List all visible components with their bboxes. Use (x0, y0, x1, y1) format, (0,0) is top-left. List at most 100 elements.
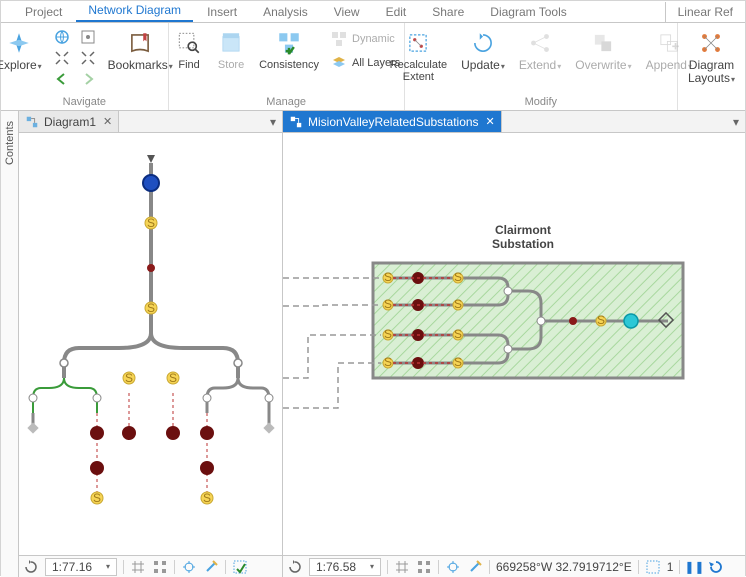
next-extent-button[interactable] (76, 69, 100, 89)
refresh-icon[interactable] (23, 559, 39, 575)
menu-tab-analysis[interactable]: Analysis (251, 2, 320, 22)
pane2-view[interactable]: Clairmont Substation (283, 133, 745, 555)
tab-close-button[interactable]: ✕ (486, 115, 495, 128)
overwrite-label: Overwrite (575, 58, 626, 72)
snapping-icon[interactable] (445, 559, 461, 575)
group-label-manage: Manage (266, 96, 306, 110)
refresh-view-icon[interactable] (708, 559, 724, 575)
snap-grid-icon[interactable] (416, 559, 432, 575)
menu-tab-share[interactable]: Share (420, 2, 476, 22)
overwrite-button[interactable]: Overwrite▾ (569, 27, 637, 73)
layers-icon (330, 55, 348, 71)
fixed-zoom-in-button[interactable] (76, 27, 100, 47)
snapping-icon[interactable] (181, 559, 197, 575)
consistency-icon (275, 29, 303, 57)
chevron-down-icon: ▾ (628, 62, 632, 71)
workspace: Contents Diagram1 ✕ ▾ (1, 111, 745, 577)
full-extent-button[interactable] (50, 27, 74, 47)
dynamic-button[interactable]: Dynamic (327, 29, 403, 49)
menu-tab-view[interactable]: View (322, 2, 372, 22)
svg-text:S: S (93, 491, 101, 505)
constraints-icon[interactable] (203, 559, 219, 575)
zoom-rect-icon (79, 29, 97, 45)
update-button[interactable]: Update▾ (455, 27, 511, 73)
explore-button[interactable]: Explore▾ (0, 27, 48, 73)
arrow-left-icon (53, 71, 71, 87)
contents-label: Contents (4, 121, 16, 165)
update-label: Update (461, 58, 500, 72)
svg-text:S: S (384, 297, 392, 311)
tab-mision-valley[interactable]: MisionValleyRelatedSubstations ✕ (283, 111, 502, 132)
explore-label: Explore (0, 58, 37, 72)
menu-tab-insert[interactable]: Insert (195, 2, 249, 22)
dynamic-label: Dynamic (352, 33, 395, 45)
pane1-tabs: Diagram1 ✕ ▾ (19, 111, 282, 133)
select-by-attributes-icon[interactable] (232, 559, 248, 575)
append-label: Append (646, 58, 687, 72)
svg-text:S: S (147, 301, 155, 315)
menu-tab-project[interactable]: Project (13, 2, 74, 22)
consistency-label: Consistency (259, 59, 319, 71)
store-button[interactable]: Store (211, 27, 251, 71)
pane1-scale-value: 1:77.16 (52, 560, 92, 574)
extend-button[interactable]: Extend▾ (513, 27, 567, 73)
prev-extent-button[interactable] (50, 69, 74, 89)
snap-grid-icon[interactable] (152, 559, 168, 575)
svg-text:S: S (384, 355, 392, 369)
append-button[interactable]: Append▾ (640, 27, 698, 73)
chevron-down-icon: ▾ (731, 75, 735, 84)
bookmarks-label: Bookmarks (108, 58, 168, 72)
tab-diagram1[interactable]: Diagram1 ✕ (19, 111, 119, 132)
grid-icon[interactable] (130, 559, 146, 575)
pane2-scale-value: 1:76.58 (316, 560, 356, 574)
chevron-down-icon: ▾ (688, 62, 692, 71)
pane1-scale-input[interactable]: 1:77.16 ▾ (45, 558, 117, 576)
pane2-menu-button[interactable]: ▾ (727, 115, 745, 129)
zoom-in-button[interactable] (50, 48, 74, 68)
store-icon (217, 29, 245, 57)
grid-icon[interactable] (394, 559, 410, 575)
svg-text:S: S (384, 327, 392, 341)
layouts-icon (697, 29, 725, 57)
svg-text:S: S (125, 371, 133, 385)
menu-tab-network-diagram[interactable]: Network Diagram (76, 0, 193, 22)
tab-close-button[interactable]: ✕ (103, 115, 112, 128)
pane2-status: 1:76.58 ▾ 669258°W 32.7919712°E 1 ❚❚ (283, 555, 745, 577)
globe-icon (53, 29, 71, 45)
pane1-view[interactable]: S S (19, 133, 282, 555)
selection-count-icon[interactable] (645, 559, 661, 575)
arrows-in-icon (53, 50, 71, 66)
find-button[interactable]: Find (169, 27, 209, 71)
pane1-menu-button[interactable]: ▾ (264, 115, 282, 129)
store-label: Store (218, 59, 244, 71)
menu-tab-edit[interactable]: Edit (374, 2, 419, 22)
menu-tab-linear-ref[interactable]: Linear Ref (665, 2, 745, 22)
selection-count: 1 (667, 560, 674, 574)
chevron-down-icon: ▾ (38, 62, 42, 71)
coords-readout: 669258°W 32.7919712°E (496, 560, 632, 574)
pane2-scale-input[interactable]: 1:76.58 ▾ (309, 558, 381, 576)
pane1-status: 1:77.16 ▾ (19, 555, 282, 577)
constraints-icon[interactable] (467, 559, 483, 575)
svg-text:S: S (203, 491, 211, 505)
overwrite-icon (589, 29, 617, 57)
diagram2-canvas: S S S S S S S S (283, 133, 745, 533)
refresh-icon[interactable] (287, 559, 303, 575)
pane-diagram1: Diagram1 ✕ ▾ S S (19, 111, 283, 577)
extend-label: Extend (519, 58, 556, 72)
consistency-button[interactable]: Consistency (253, 27, 325, 71)
view-panes: Diagram1 ✕ ▾ S S (19, 111, 745, 577)
zoom-out-button[interactable] (76, 48, 100, 68)
pause-drawing-icon[interactable]: ❚❚ (686, 559, 702, 575)
group-label-modify: Modify (525, 96, 557, 110)
menu-tab-diagram-tools[interactable]: Diagram Tools (478, 2, 578, 22)
diagram-icon (25, 115, 39, 129)
bookmarks-button[interactable]: Bookmarks▾ (102, 27, 179, 73)
tab-diagram1-label: Diagram1 (44, 115, 96, 129)
find-icon (175, 29, 203, 57)
contents-panel[interactable]: Contents (1, 111, 19, 577)
extend-icon (526, 29, 554, 57)
nav-tools-stack (50, 27, 100, 89)
chevron-down-icon: ▾ (370, 562, 374, 571)
chevron-down-icon: ▾ (557, 62, 561, 71)
